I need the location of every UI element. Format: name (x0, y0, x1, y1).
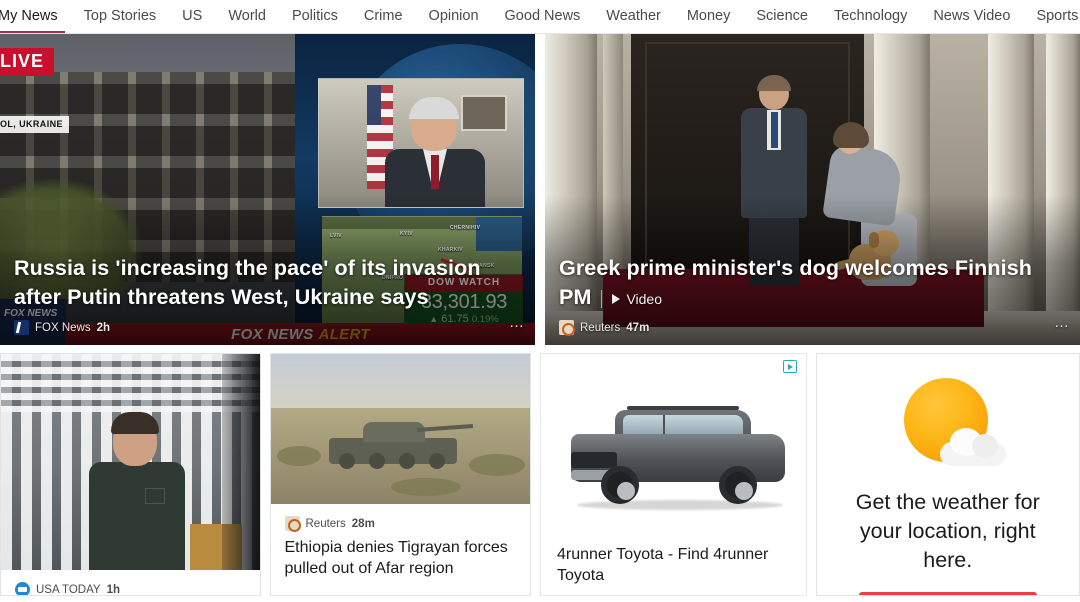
nav-label: Opinion (428, 7, 479, 24)
article-card-body: Reuters 28m Ethiopia denies Tigrayan for… (271, 504, 531, 595)
nav-item-money[interactable]: Money (674, 0, 744, 33)
hero-source-row: FOX News 2h (14, 320, 110, 335)
usa-today-logo-icon (15, 582, 30, 595)
anchor-video-inset (318, 78, 524, 208)
hero-card-greek-pm[interactable]: Greek prime minister's dog welcomes Finn… (545, 34, 1080, 345)
article-source-name: Reuters (305, 517, 346, 530)
weather-location-card[interactable]: Get the weather for your location, right… (815, 353, 1080, 596)
nav-label: Politics (291, 7, 338, 24)
hero-row: LIVE OL, UKRAINE LVIV KYIV CHERNIHIV KHA… (0, 34, 1080, 345)
breaking-news-banner: FOX NEWS ALERT (66, 323, 535, 345)
hero-overflow-menu-icon[interactable]: … (509, 314, 525, 331)
tank (328, 410, 473, 469)
cloud-icon (939, 428, 1006, 466)
weather-card-body: Get the weather for your location, right… (817, 354, 1080, 595)
video-badge: Video (601, 290, 663, 309)
article-card-row: USA TODAY 1h Reuters 28m Ethiopia denies… (0, 345, 1080, 596)
nav-item-sports[interactable]: Sports (1023, 0, 1080, 33)
video-label: Video (626, 291, 663, 308)
article-card-usa-today[interactable]: USA TODAY 1h (0, 353, 261, 596)
hero-headline: Russia is 'increasing the pace' of its i… (14, 256, 481, 309)
article-source-row: Reuters 28m (284, 516, 517, 532)
play-icon (612, 294, 621, 305)
nav-label: Technology (833, 7, 908, 24)
ad-image (557, 386, 790, 534)
nav-label: My News (0, 7, 58, 24)
nav-item-weather[interactable]: Weather (593, 0, 674, 33)
nav-item-technology[interactable]: Technology (821, 0, 920, 33)
nav-item-politics[interactable]: Politics (279, 0, 351, 33)
column (1040, 34, 1080, 345)
nav-label: Top Stories (83, 7, 157, 24)
hero-source-row: Reuters 47m (559, 320, 650, 336)
article-source-name: USA TODAY (36, 583, 101, 596)
nav-item-us[interactable]: US (169, 0, 215, 33)
article-headline: Ethiopia denies Tigrayan forces pulled o… (284, 539, 508, 578)
nav-item-my-news[interactable]: My News (0, 0, 71, 33)
article-thumbnail (1, 354, 260, 570)
article-timestamp: 1h (106, 583, 120, 596)
adchoices-icon[interactable] (782, 360, 797, 373)
suv-illustration (571, 406, 785, 510)
nav-label: Science (756, 7, 808, 24)
category-navbar: My News Top Stories US World Politics Cr… (0, 0, 1080, 34)
nav-label: Crime (363, 7, 403, 24)
hero-source-name: FOX News (35, 321, 91, 334)
article-thumbnail (270, 354, 530, 504)
nav-label: Weather (606, 7, 661, 24)
nav-item-top-stories[interactable]: Top Stories (71, 0, 170, 33)
nav-item-world[interactable]: World (215, 0, 279, 33)
fox-news-logo-icon (14, 320, 29, 335)
nav-item-crime[interactable]: Crime (351, 0, 416, 33)
weather-headline: Get the weather for your location, right… (855, 490, 1040, 573)
person-in-cell (89, 412, 185, 570)
ad-body: 4runner Toyota - Find 4runner Toyota (541, 354, 806, 595)
hero-headline-wrap: Russia is 'increasing the pace' of its i… (14, 254, 495, 311)
reuters-logo-icon (559, 320, 575, 336)
advertisement-card[interactable]: 4runner Toyota - Find 4runner Toyota (540, 353, 807, 596)
nav-item-good-news[interactable]: Good News (492, 0, 594, 33)
alert-text-primary: FOX NEWS (231, 325, 314, 343)
location-label: OL, UKRAINE (0, 116, 69, 134)
article-source-row: USA TODAY 1h (15, 582, 246, 596)
hero-headline-wrap: Greek prime minister's dog welcomes Finn… (559, 254, 1040, 311)
alert-text-accent: ALERT (318, 325, 370, 343)
live-badge: LIVE (0, 48, 55, 76)
nav-label: News Video (933, 7, 1011, 24)
reuters-logo-icon (284, 516, 301, 532)
wall-picture (461, 95, 507, 131)
nav-item-science[interactable]: Science (743, 0, 821, 33)
hero-overflow-menu-icon[interactable]: … (1054, 314, 1070, 331)
article-timestamp: 28m (351, 517, 375, 530)
nav-label: World (228, 7, 266, 24)
nav-label: Good News (504, 7, 581, 24)
nav-label: US (182, 7, 203, 24)
article-card-ethiopia[interactable]: Reuters 28m Ethiopia denies Tigrayan for… (269, 353, 531, 596)
nav-label: Sports (1036, 7, 1079, 24)
nav-item-opinion[interactable]: Opinion (416, 0, 492, 33)
hero-source-name: Reuters (580, 321, 621, 334)
nav-item-news-video[interactable]: News Video (920, 0, 1023, 33)
sun-cloud-icon (892, 378, 1006, 470)
hero-timestamp: 2h (96, 321, 111, 334)
nav-label: Money (686, 7, 731, 24)
show-my-location-button[interactable]: Show my location (858, 591, 1037, 595)
hero-card-ukraine[interactable]: LIVE OL, UKRAINE LVIV KYIV CHERNIHIV KHA… (0, 34, 535, 345)
hero-timestamp: 47m (626, 321, 650, 334)
article-card-body: USA TODAY 1h (1, 570, 260, 596)
ad-headline: 4runner Toyota - Find 4runner Toyota (557, 546, 769, 585)
